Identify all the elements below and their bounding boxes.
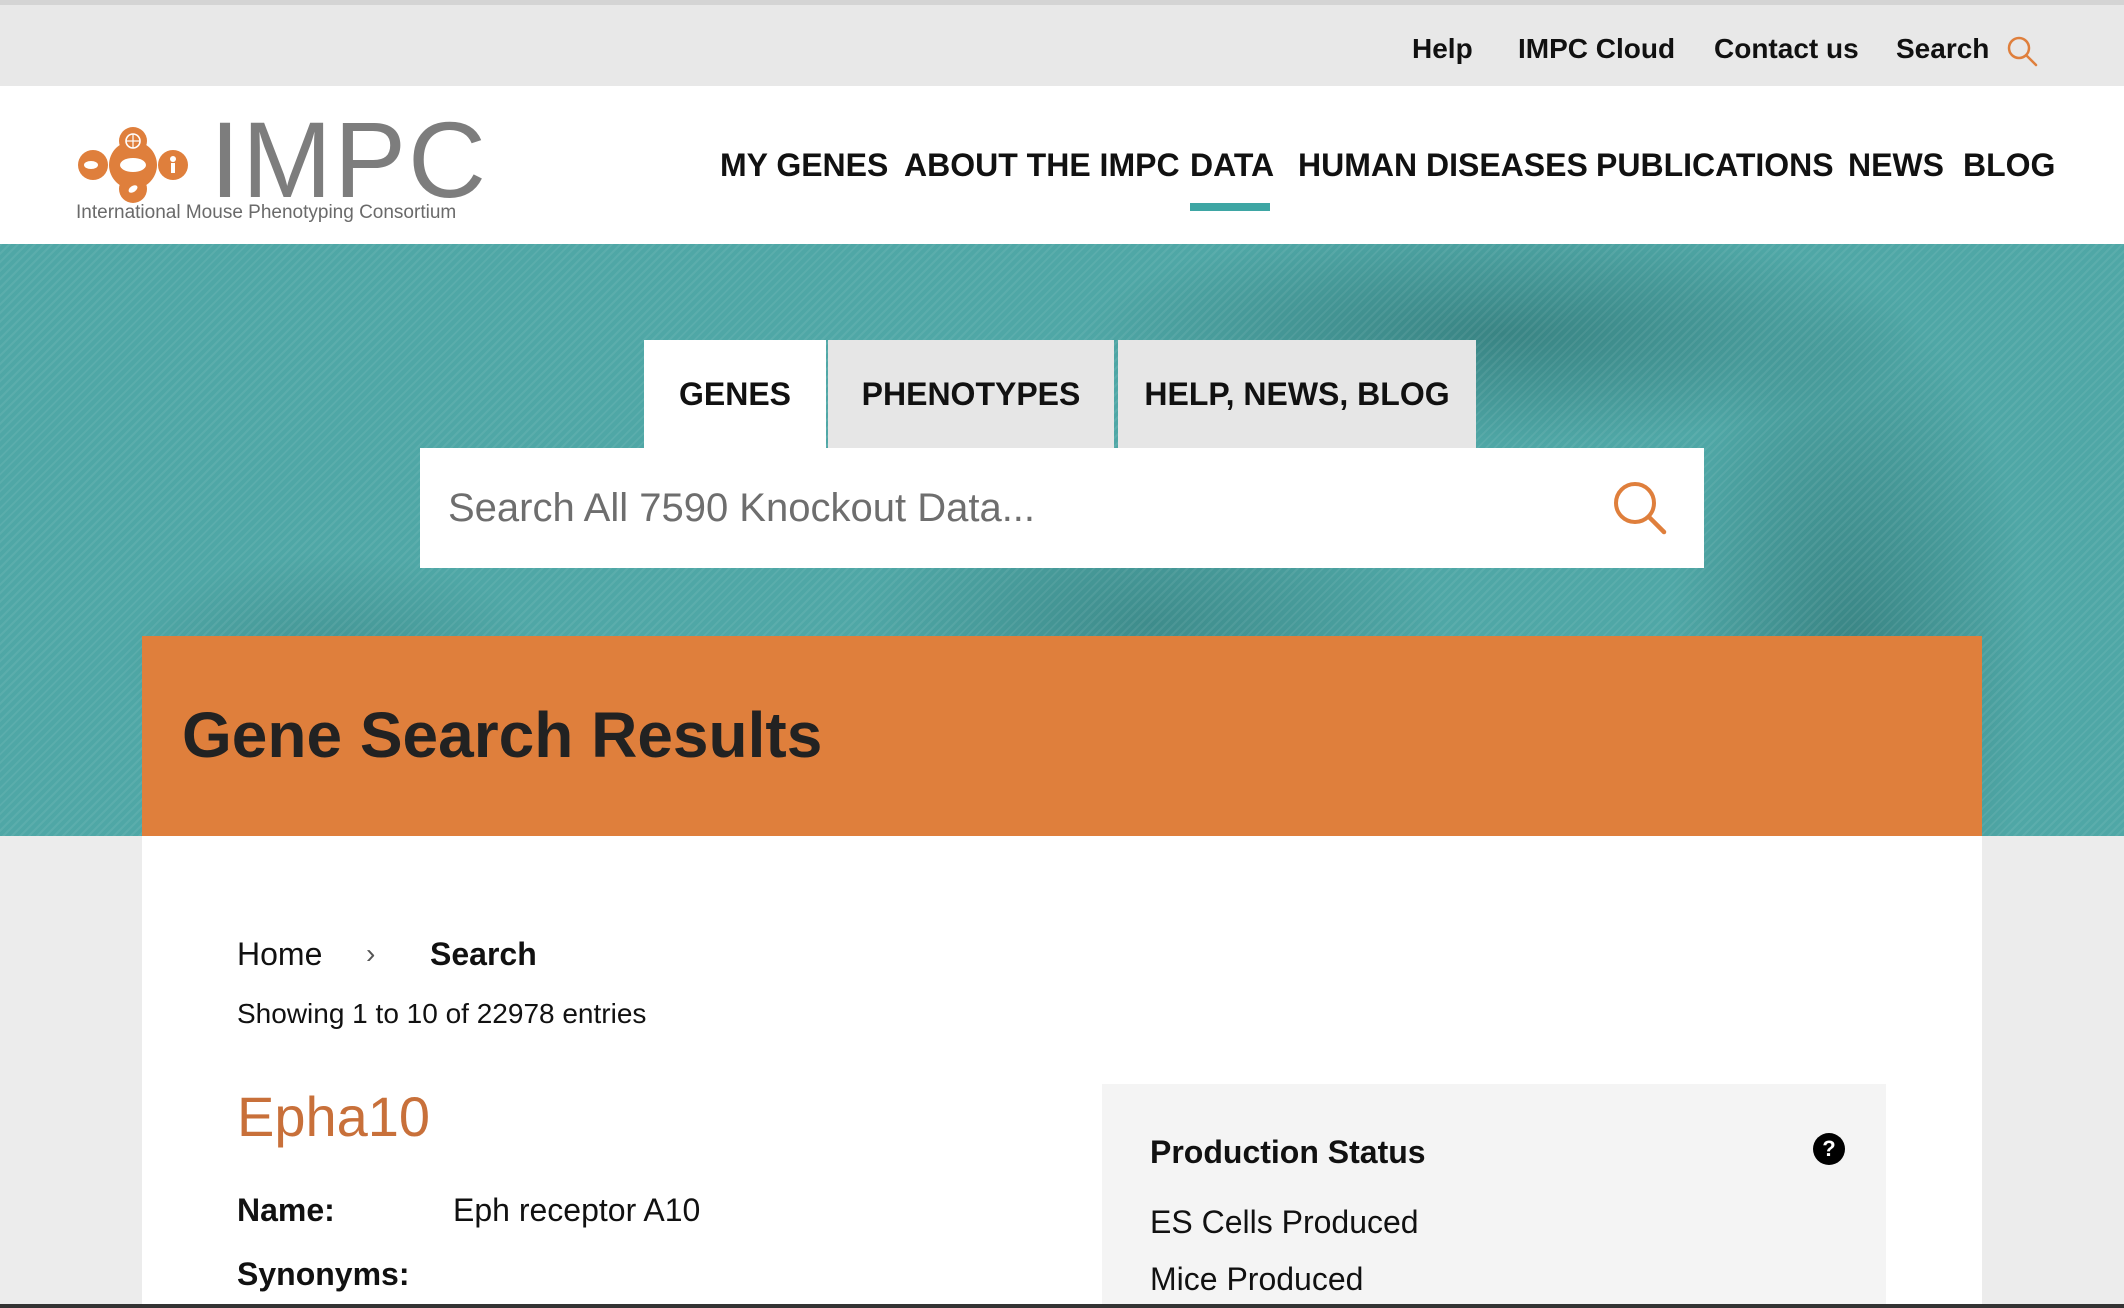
gene-name-label: Name: — [237, 1192, 335, 1228]
nav-news[interactable]: NEWS — [1848, 147, 1944, 184]
tab-phenotypes[interactable]: PHENOTYPES — [828, 340, 1114, 448]
gene-symbol-link[interactable]: Epha10 — [237, 1084, 430, 1149]
logo-wordmark: IMPC — [210, 99, 488, 220]
nav-my-genes[interactable]: MY GENES — [720, 147, 888, 184]
utility-bar: Help IMPC Cloud Contact us Search — [0, 0, 2124, 86]
impc-logo[interactable]: IMPC International Mouse Phenotyping Con… — [76, 106, 486, 224]
svg-text:?: ? — [1822, 1136, 1835, 1161]
nav-blog[interactable]: BLOG — [1963, 147, 2055, 184]
tab-genes[interactable]: GENES — [644, 340, 826, 448]
breadcrumb-home[interactable]: Home — [237, 936, 322, 973]
results-content: Home › Search Showing 1 to 10 of 22978 e… — [142, 836, 1982, 1308]
logo-subtitle: International Mouse Phenotyping Consorti… — [76, 202, 457, 223]
help-link[interactable]: Help — [1412, 33, 1473, 65]
help-circle-icon[interactable]: ? — [1812, 1132, 1846, 1166]
nav-human-diseases[interactable]: HUMAN DISEASES — [1298, 147, 1588, 184]
production-status-panel: Production Status ? ES Cells Produced Mi… — [1102, 1084, 1886, 1308]
contact-us-link[interactable]: Contact us — [1714, 33, 1859, 65]
nav-publications[interactable]: PUBLICATIONS — [1596, 147, 1834, 184]
status-mice: Mice Produced — [1150, 1261, 1364, 1297]
results-count: Showing 1 to 10 of 22978 entries — [237, 998, 647, 1029]
status-es-cells: ES Cells Produced — [1150, 1204, 1419, 1240]
search-box — [420, 448, 1704, 568]
results-banner: Gene Search Results — [142, 636, 1982, 836]
gene-name-value: Eph receptor A10 — [453, 1192, 701, 1228]
nav-data[interactable]: DATA — [1190, 147, 1274, 184]
nav-about-the-impc[interactable]: ABOUT THE IMPC — [904, 147, 1180, 184]
tab-help-news-blog[interactable]: HELP, NEWS, BLOG — [1118, 340, 1476, 448]
search-input[interactable] — [448, 478, 1608, 538]
search-icon[interactable] — [1610, 478, 1672, 540]
search-link[interactable]: Search — [1896, 33, 1989, 65]
window-bottom-edge — [0, 1304, 2124, 1308]
gene-synonyms-label: Synonyms: — [237, 1256, 410, 1292]
search-icon[interactable] — [2006, 35, 2038, 67]
breadcrumb-chevron-icon: › — [366, 938, 376, 969]
main-header: IMPC International Mouse Phenotyping Con… — [0, 86, 2124, 244]
impc-cloud-link[interactable]: IMPC Cloud — [1518, 33, 1675, 65]
breadcrumb-current: Search — [430, 936, 537, 972]
production-status-title: Production Status — [1150, 1134, 1426, 1170]
page-title: Gene Search Results — [182, 699, 823, 771]
nav-active-indicator — [1190, 203, 1270, 211]
impc-logo-mark-icon — [78, 127, 188, 203]
